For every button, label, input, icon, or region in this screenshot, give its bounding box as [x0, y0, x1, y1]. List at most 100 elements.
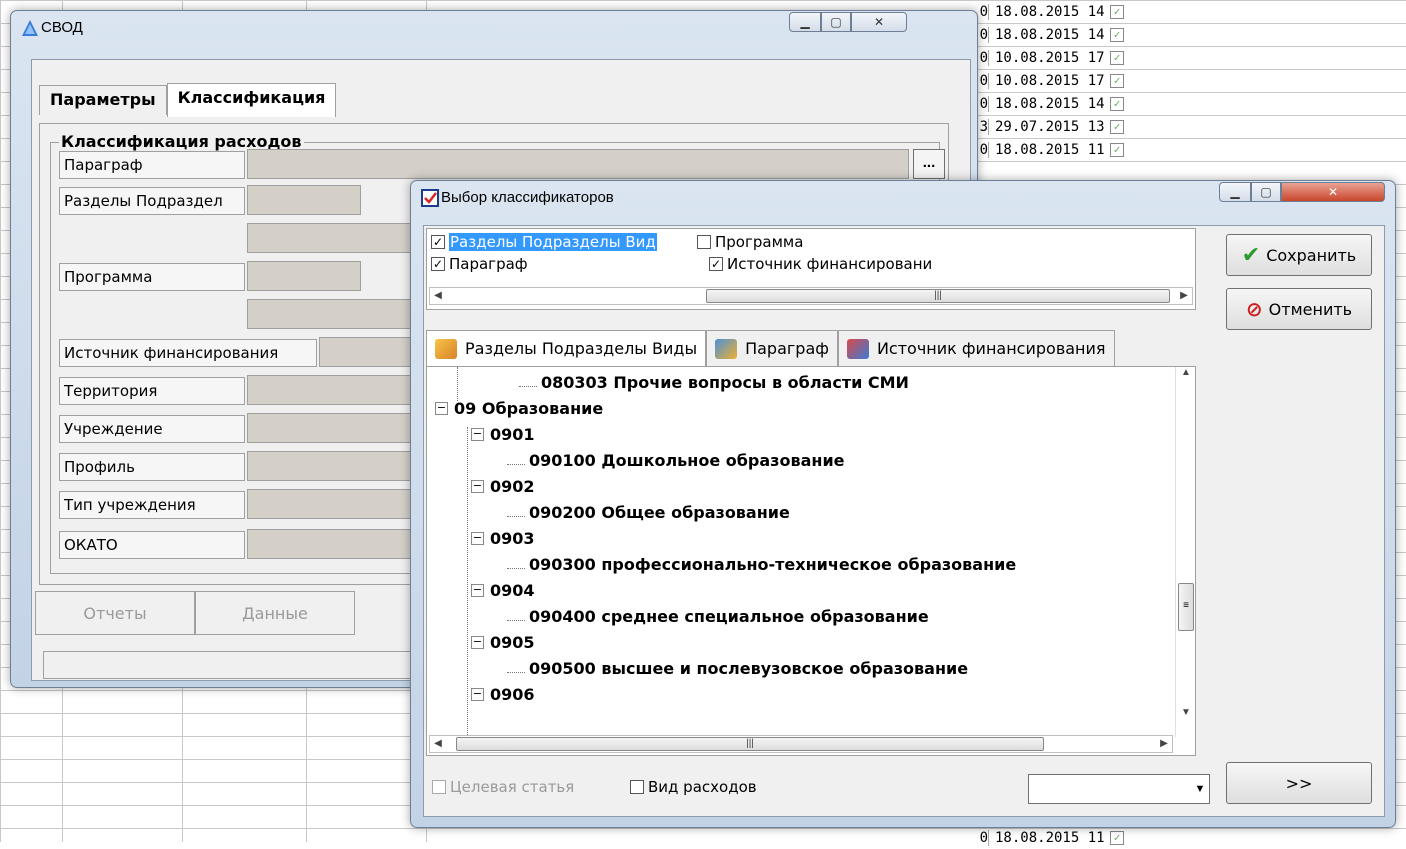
tree-node-leaf[interactable]: 090300 профессионально-техническое образ…: [507, 551, 1016, 577]
reports-button[interactable]: Отчеты: [35, 591, 195, 635]
tree-node-expanded[interactable]: −0902: [471, 473, 535, 499]
row-date: 18.08.2015 14: [988, 95, 1110, 112]
sections-field[interactable]: [247, 185, 361, 215]
scroll-thumb[interactable]: ≡: [1178, 583, 1194, 631]
node-label: 0906: [490, 684, 535, 704]
row-date: 18.08.2015 11: [988, 829, 1110, 846]
tree-node-expanded[interactable]: −0901: [471, 421, 535, 447]
tab-classification[interactable]: Классификация: [166, 83, 337, 117]
more-button[interactable]: >>: [1226, 762, 1372, 804]
node-label: 090500 высшее и послевузовское образован…: [529, 658, 969, 678]
window-title: Выбор классификаторов: [441, 189, 614, 206]
tree-node-expanded[interactable]: −0903: [471, 525, 535, 551]
collapse-icon[interactable]: −: [471, 687, 484, 701]
paragraph-field[interactable]: [247, 149, 909, 179]
paragraph-label: Параграф: [59, 151, 245, 179]
source-tab-icon: [846, 338, 869, 359]
tree-node-leaf[interactable]: 080303 Прочие вопросы в области СМИ: [519, 369, 909, 395]
node-label: 090200 Общее образование: [529, 502, 790, 522]
save-button[interactable]: ✔ Сохранить: [1226, 234, 1372, 276]
collapse-icon[interactable]: −: [435, 401, 448, 415]
row-num: 0: [979, 95, 988, 112]
checkbox-unchecked[interactable]: [630, 780, 644, 794]
checkbox-unchecked[interactable]: [432, 780, 446, 794]
tree-connector: [519, 377, 537, 387]
check-sections[interactable]: ✓ Разделы Подразделы Вид: [431, 233, 657, 251]
scroll-left-icon[interactable]: ◀: [430, 288, 446, 304]
tree-node-expanded[interactable]: −0904: [471, 577, 535, 603]
checkbox-list-app-icon: [421, 189, 439, 207]
checkmark-icon: ✔: [1241, 242, 1261, 268]
check-label: Программа: [715, 233, 804, 251]
close-button[interactable]: ✕: [1281, 182, 1385, 202]
okato-label: ОКАТО: [59, 531, 245, 559]
close-button[interactable]: ✕: [851, 12, 907, 32]
browse-button[interactable]: ...: [913, 149, 945, 179]
tree-hscrollbar[interactable]: ◀ ||| ▶: [429, 735, 1173, 753]
tree-vscrollbar[interactable]: ▲ ≡ ▼: [1175, 367, 1195, 737]
tree-line: [467, 427, 468, 747]
checkbox-checked[interactable]: ✓: [431, 257, 445, 271]
minimize-button[interactable]: ▁: [789, 12, 821, 32]
tree-connector: [507, 507, 525, 517]
tab-label: Источник финансирования: [876, 339, 1106, 358]
row-checkbox[interactable]: ✓: [1110, 830, 1124, 845]
bottom-combobox[interactable]: ▼: [1028, 774, 1210, 804]
tree-node-leaf[interactable]: 090200 Общее образование: [507, 499, 790, 525]
collapse-icon[interactable]: −: [471, 635, 484, 649]
minimize-button[interactable]: ▁: [1219, 182, 1251, 202]
check-program[interactable]: Программа: [697, 233, 803, 251]
collapse-icon[interactable]: −: [471, 427, 484, 441]
row-checkbox[interactable]: ✓: [1110, 27, 1124, 42]
row-checkbox[interactable]: ✓: [1110, 96, 1124, 111]
row-checkbox[interactable]: ✓: [1110, 50, 1124, 65]
collapse-icon[interactable]: −: [471, 531, 484, 545]
node-label: 0903: [490, 528, 535, 548]
checkbox-unchecked[interactable]: [697, 235, 711, 249]
tree-node-expanded[interactable]: −0905: [471, 629, 535, 655]
check-source[interactable]: ✓ Источник финансировани: [709, 255, 932, 273]
tab-source[interactable]: Источник финансирования: [837, 330, 1115, 366]
maximize-button[interactable]: ▢: [821, 12, 851, 32]
scroll-right-icon[interactable]: ▶: [1176, 288, 1192, 304]
tree-node-leaf[interactable]: 090500 высшее и послевузовское образован…: [507, 655, 968, 681]
collapse-icon[interactable]: −: [471, 479, 484, 493]
row-num: 0: [979, 829, 988, 846]
scroll-thumb[interactable]: |||: [706, 289, 1170, 303]
row-num: 0: [979, 3, 988, 20]
tree-node-expanded[interactable]: −09 Образование: [435, 395, 603, 421]
tree-node-leaf[interactable]: 090400 среднее специальное образование: [507, 603, 929, 629]
program-field[interactable]: [247, 261, 361, 291]
tab-sections[interactable]: Разделы Подразделы Виды: [426, 330, 707, 366]
row-checkbox[interactable]: ✓: [1110, 73, 1124, 88]
tree-node-leaf[interactable]: 090100 Дошкольное образование: [507, 447, 845, 473]
scroll-thumb[interactable]: |||: [456, 737, 1044, 751]
row-checkbox[interactable]: ✓: [1110, 142, 1124, 157]
check-label: Параграф: [449, 255, 528, 273]
data-button[interactable]: Данные: [195, 591, 355, 635]
node-label: 090100 Дошкольное образование: [529, 450, 845, 470]
chevron-down-icon[interactable]: ▼: [1191, 775, 1209, 803]
check-target-article[interactable]: Целевая статья: [432, 778, 574, 796]
table-row: 3 29.07.2015 13 ✓: [978, 115, 1178, 138]
check-paragraph[interactable]: ✓ Параграф: [431, 255, 528, 273]
maximize-button[interactable]: ▢: [1251, 182, 1281, 202]
classifier-selection-window: Выбор классификаторов ▁ ▢ ✕ ✓ Разделы По…: [410, 180, 1396, 828]
checkbox-checked[interactable]: ✓: [431, 235, 445, 249]
tab-paragraph[interactable]: Параграф: [706, 330, 838, 366]
checkbox-checked[interactable]: ✓: [709, 257, 723, 271]
classifier-checklist: ✓ Разделы Подразделы Вид Программа ✓ Пар…: [426, 228, 1196, 310]
collapse-icon[interactable]: −: [471, 583, 484, 597]
tab-parameters[interactable]: Параметры: [39, 85, 167, 115]
row-checkbox[interactable]: ✓: [1110, 119, 1124, 134]
scroll-right-icon[interactable]: ▶: [1156, 736, 1172, 752]
check-expense-type[interactable]: Вид расходов: [630, 778, 757, 796]
row-checkbox[interactable]: ✓: [1110, 4, 1124, 19]
cancel-button[interactable]: ⊘ Отменить: [1226, 288, 1372, 330]
tree-node-expanded[interactable]: −0906: [471, 681, 535, 707]
row-num: 0: [979, 26, 988, 43]
scroll-down-icon[interactable]: ▼: [1178, 707, 1194, 723]
checklist-hscrollbar[interactable]: ◀ ||| ▶: [429, 287, 1193, 305]
scroll-up-icon[interactable]: ▲: [1178, 367, 1194, 383]
scroll-left-icon[interactable]: ◀: [430, 736, 446, 752]
